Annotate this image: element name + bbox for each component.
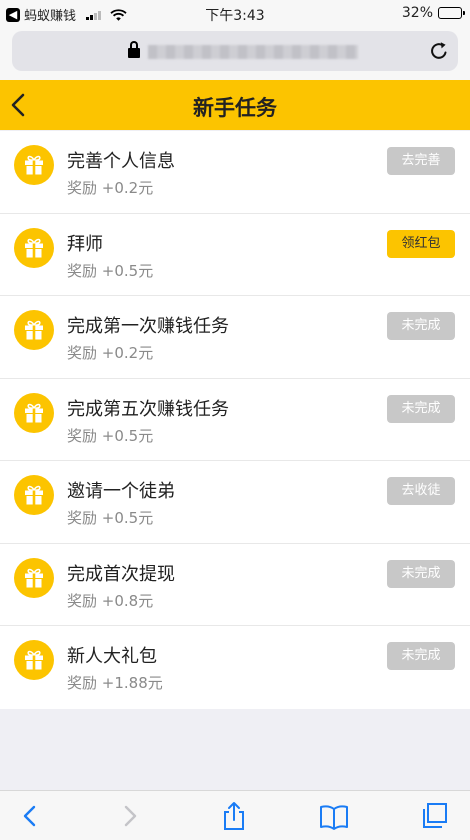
page-header: 新手任务 [0, 80, 470, 130]
bookmarks-icon[interactable] [318, 801, 350, 831]
task-reward: 奖励 +0.5元 [67, 261, 154, 280]
back-icon[interactable] [14, 801, 46, 831]
task-reward: 奖励 +0.5元 [67, 509, 154, 527]
task-row[interactable]: 完成首次提现 奖励 +0.8元 未完成 [0, 544, 470, 626]
gift-icon [14, 310, 54, 350]
page-title: 新手任务 [193, 96, 277, 120]
task-row[interactable]: 新人大礼包奖励 +1.88元 未完成 [0, 626, 470, 709]
task-name: 完成第五次赚钱任务 [67, 398, 229, 420]
battery-status: 32% [401, 5, 465, 21]
task-reward: 奖励 +0.2元 [67, 344, 154, 362]
gift-icon [14, 227, 54, 268]
browser-toolbar [0, 790, 470, 840]
task-row[interactable]: 拜师奖励 +0.5元 领红包 [0, 214, 470, 296]
gift-icon [14, 640, 54, 680]
task-reward: 奖励 +0.2元 [67, 179, 154, 197]
task-name: 完成首次提现 [67, 563, 175, 585]
task-row[interactable]: 完善个人信息 奖励 +0.2元 去完善 [0, 131, 470, 214]
lock-icon [128, 41, 140, 58]
task-row[interactable]: 完成第五次赚钱任务 奖励 +0.5元 未完成 [0, 379, 470, 461]
status-time: 下午3:43 [205, 8, 265, 24]
task-action-button[interactable]: 去完善 [387, 147, 455, 175]
task-row[interactable]: 完成第一次赚钱任务 奖励 +0.2元 未完成 [0, 296, 470, 379]
address-bar[interactable] [12, 31, 458, 71]
battery-percent: 32% [401, 5, 433, 21]
task-name: 邀请一个徒弟 [67, 481, 175, 502]
task-name: 新人大礼包 [67, 646, 157, 667]
task-action-button[interactable]: 去收徒 [387, 477, 455, 505]
task-name: 拜师 [67, 233, 103, 255]
gift-icon [14, 475, 54, 515]
url-text-blurred [148, 45, 358, 59]
reload-icon[interactable] [428, 40, 450, 62]
task-action-button[interactable]: 未完成 [387, 312, 455, 340]
task-reward: 奖励 +1.88元 [67, 674, 163, 692]
tabs-icon[interactable] [418, 801, 450, 831]
forward-icon[interactable] [114, 801, 146, 831]
share-icon[interactable] [218, 801, 250, 831]
task-name: 完成第一次赚钱任务 [67, 316, 229, 337]
task-action-button[interactable]: 未完成 [387, 394, 455, 423]
gift-icon [14, 392, 54, 433]
status-bar: ◀ 蚂蚁赚钱 下午3:43 32% [0, 0, 470, 26]
battery-icon [438, 7, 465, 19]
task-list: 完善个人信息 奖励 +0.2元 去完善 拜师奖励 +0.5元 领红包 完成第一次赚钱任… [0, 131, 470, 709]
task-reward: 奖励 +0.5元 [67, 426, 154, 445]
browser-address-area [0, 26, 470, 80]
gift-icon [14, 145, 54, 185]
task-action-button[interactable]: 未完成 [387, 642, 455, 670]
task-name: 完善个人信息 [67, 151, 175, 172]
task-action-button[interactable]: 未完成 [387, 559, 455, 588]
task-row[interactable]: 邀请一个徒弟 奖励 +0.5元 去收徒 [0, 461, 470, 544]
task-reward: 奖励 +0.8元 [67, 591, 154, 610]
task-action-button[interactable]: 领红包 [387, 229, 455, 258]
gift-icon [14, 557, 54, 598]
